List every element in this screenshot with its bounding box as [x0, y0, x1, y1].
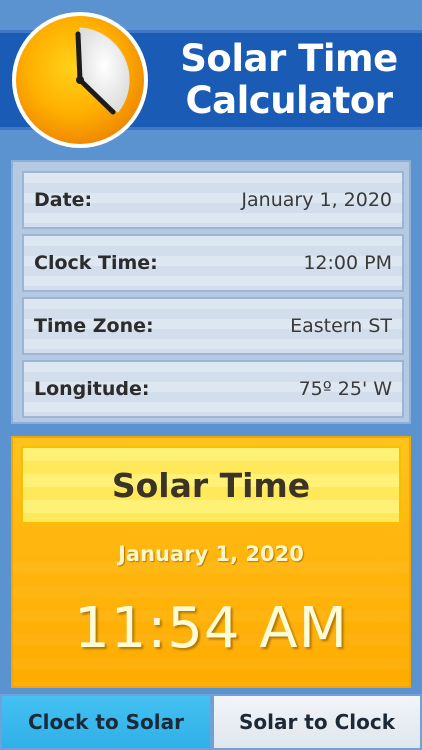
date-value[interactable]: January 1, 2020	[241, 189, 392, 211]
clock-icon	[10, 10, 150, 150]
mode-tabs: Clock to Solar Solar to Clock	[0, 694, 422, 750]
title-line-2: Calculator	[185, 79, 393, 122]
tab-clock-to-solar[interactable]: Clock to Solar	[0, 694, 212, 750]
time-zone-value[interactable]: Eastern ST	[290, 315, 392, 337]
longitude-value[interactable]: 75º 25' W	[299, 378, 392, 400]
title-line-1: Solar Time	[180, 37, 398, 80]
tab-solar-to-clock[interactable]: Solar to Clock	[212, 694, 422, 750]
input-panel: Date: January 1, 2020 Clock Time: 12:00 …	[11, 160, 411, 424]
longitude-label: Longitude:	[34, 378, 150, 400]
date-row[interactable]: Date: January 1, 2020	[22, 171, 404, 229]
clock-time-value[interactable]: 12:00 PM	[303, 252, 392, 274]
time-zone-row[interactable]: Time Zone: Eastern ST	[22, 297, 404, 355]
clock-time-row[interactable]: Clock Time: 12:00 PM	[22, 234, 404, 292]
solar-time-heading: Solar Time	[111, 465, 311, 505]
clock-time-label: Clock Time:	[34, 252, 158, 274]
result-panel: Solar Time January 1, 2020 11:54 AM	[11, 436, 411, 688]
date-label: Date:	[34, 189, 93, 211]
result-date: January 1, 2020	[118, 542, 304, 566]
longitude-row[interactable]: Longitude: 75º 25' W	[22, 360, 404, 418]
app-title: Solar Time Calculator	[160, 38, 418, 122]
solar-time-heading-box: Solar Time	[21, 446, 401, 524]
app-header: Solar Time Calculator	[0, 0, 422, 150]
time-zone-label: Time Zone:	[34, 315, 154, 337]
result-time: 11:54 AM	[74, 596, 348, 661]
